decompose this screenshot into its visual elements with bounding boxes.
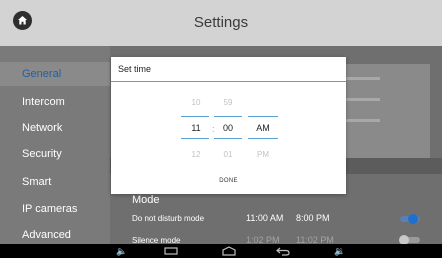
done-button[interactable]: DONE bbox=[111, 178, 346, 184]
minute-picker-line-bottom bbox=[214, 138, 242, 139]
setting-slider-3[interactable] bbox=[344, 119, 380, 122]
minute-prev[interactable]: 59 bbox=[215, 98, 241, 107]
minute-next[interactable]: 01 bbox=[215, 150, 241, 159]
back-icon[interactable] bbox=[276, 246, 290, 258]
app-header: Settings bbox=[0, 0, 442, 46]
dialog-title-divider bbox=[111, 81, 346, 82]
ampm-picker-line-top bbox=[248, 116, 278, 117]
dnd-mode-label: Do not disturb mode bbox=[132, 214, 205, 223]
hour-picker-line-top bbox=[181, 116, 209, 117]
volume-down-icon[interactable]: 🔈 bbox=[116, 246, 127, 256]
minute-picker-line-top bbox=[214, 116, 242, 117]
sidebar-item-ip-cameras[interactable]: IP cameras bbox=[22, 203, 77, 215]
sidebar-item-advanced[interactable]: Advanced bbox=[22, 229, 71, 241]
set-time-dialog: Set time 10 11 12 : 59 00 01 AM PM DONE bbox=[111, 57, 346, 194]
ampm-picker-line-bottom bbox=[248, 138, 278, 139]
hour-picker-line-bottom bbox=[181, 138, 209, 139]
sidebar-item-network[interactable]: Network bbox=[22, 122, 62, 134]
setting-slider-1[interactable] bbox=[344, 77, 380, 80]
mode-section-title: Mode bbox=[132, 194, 160, 206]
home-nav-icon[interactable] bbox=[222, 246, 236, 258]
sidebar-item-intercom[interactable]: Intercom bbox=[22, 96, 65, 108]
setting-slider-2[interactable] bbox=[344, 98, 380, 101]
sidebar-item-security[interactable]: Security bbox=[22, 148, 62, 160]
dialog-title: Set time bbox=[118, 64, 152, 74]
ampm-next[interactable]: PM bbox=[250, 150, 276, 159]
hour-current[interactable]: 11 bbox=[183, 123, 209, 133]
dnd-start-time[interactable]: 11:00 AM bbox=[246, 213, 283, 223]
dnd-toggle-knob bbox=[408, 214, 418, 224]
ampm-current[interactable]: AM bbox=[250, 123, 276, 133]
minute-current[interactable]: 00 bbox=[215, 123, 241, 133]
android-nav-bar: 🔈 🔉 bbox=[0, 244, 442, 258]
sidebar-item-smart[interactable]: Smart bbox=[22, 176, 51, 188]
dnd-end-time[interactable]: 8:00 PM bbox=[296, 213, 330, 223]
hour-prev[interactable]: 10 bbox=[183, 98, 209, 107]
page-title: Settings bbox=[193, 14, 249, 31]
recent-apps-icon[interactable] bbox=[164, 247, 178, 257]
sidebar-item-general[interactable]: General bbox=[22, 68, 61, 80]
hour-next[interactable]: 12 bbox=[183, 150, 209, 159]
volume-up-icon[interactable]: 🔉 bbox=[334, 246, 345, 256]
